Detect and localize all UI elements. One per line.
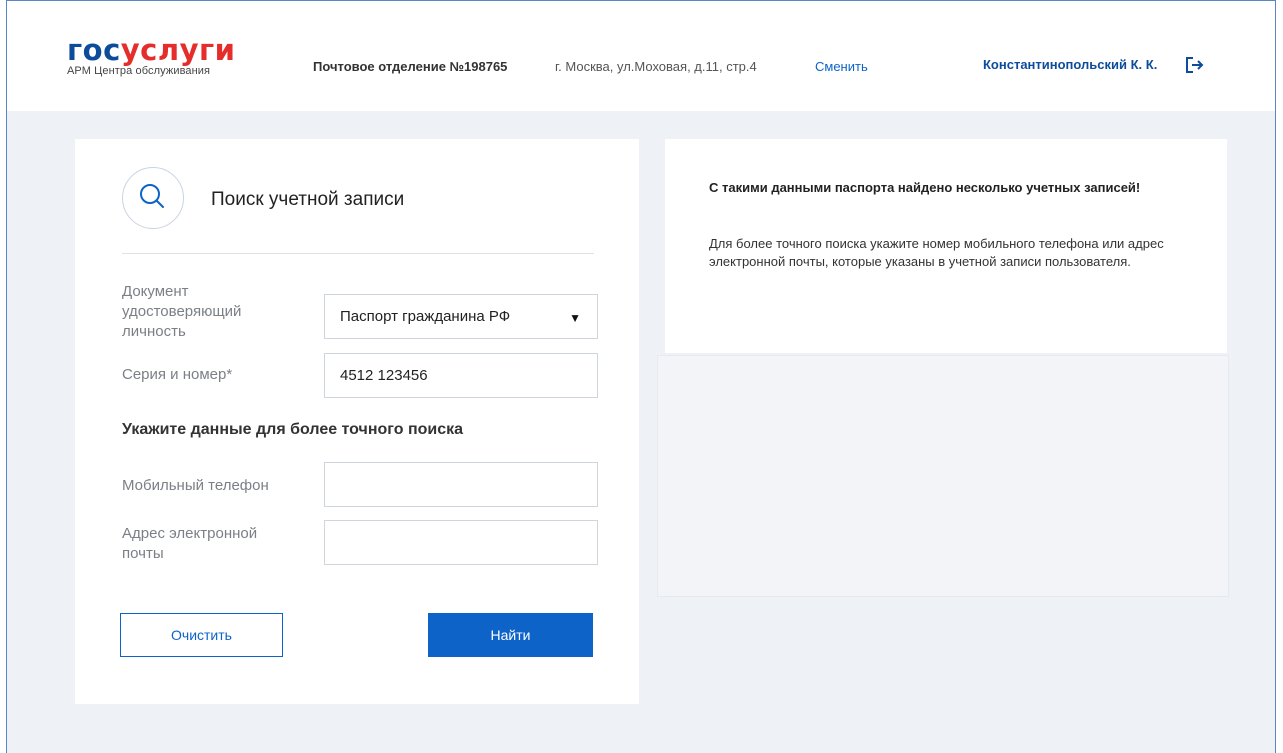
search-title: Поиск учетной записи xyxy=(211,189,405,210)
search-card: Поиск учетной записи Документ удостоверя… xyxy=(75,139,639,704)
empty-panel xyxy=(657,355,1229,597)
office-address: г. Москва, ул.Моховая, д.11, стр.4 xyxy=(555,59,757,74)
email-label-line: Адрес электронной xyxy=(122,525,258,542)
phone-input[interactable] xyxy=(324,462,598,507)
document-label-line: личность xyxy=(122,323,186,340)
message-body: Для более точного поиска укажите номер м… xyxy=(709,236,1164,269)
logo-uslugi: услуги xyxy=(120,33,236,67)
email-label-line: почты xyxy=(122,545,164,562)
search-icon-circle xyxy=(122,167,184,229)
document-label: Документ удостоверяющий личность xyxy=(122,282,241,342)
email-input[interactable] xyxy=(324,520,598,565)
document-type-select[interactable]: Паспорт гражданина РФ ▼ xyxy=(324,294,598,339)
logout-icon[interactable] xyxy=(1185,56,1205,74)
user-name[interactable]: Константинопольский К. К. xyxy=(983,57,1157,72)
gosuslugi-logo[interactable]: госуслуги АРМ Центра обслуживания xyxy=(67,35,235,77)
series-number-value: 4512 123456 xyxy=(340,367,428,384)
app-window: госуслуги АРМ Центра обслуживания Почтов… xyxy=(6,0,1276,753)
message-title: С такими данными паспорта найдено нескол… xyxy=(709,180,1141,195)
change-office-link[interactable]: Сменить xyxy=(815,59,868,74)
dropdown-arrow-icon: ▼ xyxy=(569,311,581,325)
logo-wordmark: госуслуги xyxy=(67,35,235,65)
search-icon xyxy=(140,184,164,208)
phone-label: Мобильный телефон xyxy=(122,477,269,494)
divider xyxy=(122,253,594,254)
refine-heading: Укажите данные для более точного поиска xyxy=(122,421,464,438)
header: госуслуги АРМ Центра обслуживания Почтов… xyxy=(7,1,1275,111)
series-number-input[interactable]: 4512 123456 xyxy=(324,353,598,398)
office-name: Почтовое отделение №198765 xyxy=(313,59,507,74)
clear-button[interactable]: Очистить xyxy=(120,613,283,657)
document-label-line: Документ xyxy=(122,283,189,300)
logo-gos: гос xyxy=(67,33,121,67)
document-label-line: удостоверяющий xyxy=(122,303,242,320)
message-card: С такими данными паспорта найдено нескол… xyxy=(665,139,1227,353)
series-label: Серия и номер* xyxy=(122,366,233,383)
office-name-text: Почтовое отделение №198765 xyxy=(313,59,508,74)
email-label: Адрес электронной почты xyxy=(122,524,257,564)
document-type-value: Паспорт гражданина РФ xyxy=(340,308,511,325)
find-button[interactable]: Найти xyxy=(428,613,593,657)
